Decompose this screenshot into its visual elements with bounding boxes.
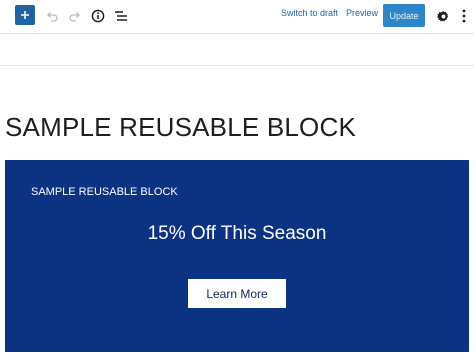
info-icon	[91, 9, 105, 23]
gear-icon	[436, 10, 448, 22]
editor-toolbar: Switch to draft Preview Update	[0, 0, 474, 34]
redo-button[interactable]	[64, 5, 86, 27]
cover-label[interactable]: SAMPLE REUSABLE BLOCK	[31, 186, 178, 198]
settings-button[interactable]	[433, 6, 453, 26]
update-button[interactable]: Update	[383, 4, 425, 27]
cover-heading[interactable]: 15% Off This Season	[5, 223, 469, 245]
more-options-button[interactable]	[457, 6, 471, 26]
list-view-button[interactable]	[110, 5, 132, 27]
preview-button[interactable]: Preview	[346, 8, 378, 18]
cover-block[interactable]: SAMPLE REUSABLE BLOCK 15% Off This Seaso…	[5, 160, 469, 352]
redo-icon	[69, 12, 80, 22]
header-divider	[0, 65, 474, 66]
learn-more-button[interactable]: Learn More	[188, 279, 286, 308]
more-vertical-icon	[462, 9, 466, 23]
undo-icon	[47, 12, 58, 22]
post-title[interactable]: SAMPLE REUSABLE BLOCK	[5, 112, 356, 143]
plus-icon	[21, 11, 29, 19]
details-button[interactable]	[87, 5, 109, 27]
undo-button[interactable]	[41, 5, 63, 27]
switch-to-draft-button[interactable]: Switch to draft	[281, 8, 338, 18]
add-block-button[interactable]	[15, 5, 35, 25]
list-view-icon	[115, 11, 127, 21]
